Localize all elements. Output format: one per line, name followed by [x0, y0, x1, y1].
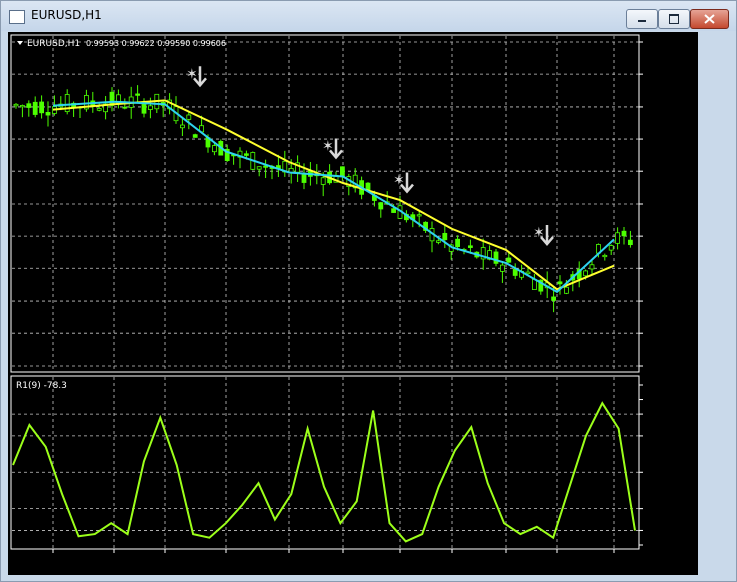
indicator-pane-frame: [10, 375, 640, 550]
candle-body: [256, 166, 262, 170]
title-bar[interactable]: EURUSD,H1: [1, 1, 736, 31]
candle-body: [467, 245, 473, 248]
candle-body: [192, 134, 198, 138]
candle-body: [628, 239, 633, 246]
chart-canvas[interactable]: ✶✶✶✶ EURUSD,H1 0.99593 0.99622 0.99590 0…: [8, 32, 698, 575]
candle-body: [416, 214, 422, 217]
ma-slow-line: [52, 99, 615, 291]
pane-dropdown-icon[interactable]: [17, 41, 23, 45]
candle-body: [122, 106, 128, 109]
close-button[interactable]: [690, 9, 729, 29]
candle-body: [378, 202, 384, 210]
candle-body: [621, 230, 627, 237]
close-icon: [704, 14, 715, 24]
candle-body: [506, 257, 512, 263]
window-title: EURUSD,H1: [31, 8, 102, 22]
candle-body: [45, 112, 51, 116]
candle-body: [19, 105, 25, 108]
candle-body: [499, 264, 505, 272]
candle-body: [602, 254, 608, 258]
candle-body: [493, 251, 499, 264]
candle-body: [301, 174, 307, 183]
main-pane-frame: [10, 34, 640, 373]
ohlc-values: 0.99593 0.99622 0.99590 0.99606: [86, 39, 226, 48]
chart-window-icon: [9, 10, 25, 24]
candle-body: [455, 238, 461, 248]
candle-body: [39, 101, 45, 114]
candle-body: [435, 240, 441, 243]
candle-body: [615, 232, 620, 244]
candle-body: [179, 124, 185, 129]
candle-body: [391, 208, 397, 213]
minimize-button[interactable]: [626, 9, 658, 29]
candle-body: [551, 296, 556, 301]
indicator-label: R1(9) -78.3: [16, 381, 67, 391]
candle-body: [320, 177, 326, 185]
candle-body: [26, 103, 32, 108]
candle-body: [525, 271, 531, 275]
candle-body: [557, 281, 563, 285]
chart-area[interactable]: ✶ ✶ ✶ ✶ EURUSD,H1 0.99593 0.99622 0.99590 0…: [8, 32, 698, 575]
candle-body: [339, 166, 345, 177]
maximize-icon: [669, 14, 679, 24]
candle-body: [186, 114, 192, 120]
candle-body: [243, 153, 249, 156]
candle-body: [211, 145, 217, 153]
terminal-window: EURUSD,H1 ✶ ✶ ✶ ✶ EURUSD,H1 0.99593 0.99…: [0, 0, 737, 582]
candle-body: [583, 270, 588, 277]
candle-body: [147, 105, 153, 110]
candle-body: [13, 103, 19, 107]
candle-body: [365, 182, 371, 191]
candle-body: [564, 286, 569, 294]
candle-body: [32, 101, 38, 115]
candle-body: [608, 245, 614, 251]
minimize-icon: [638, 20, 646, 22]
candle-body: [135, 93, 140, 96]
candle-body: [589, 264, 595, 270]
candle-body: [96, 108, 102, 111]
symbol-label: EURUSD,H1: [27, 39, 80, 49]
ma-fast-line: [52, 100, 615, 294]
maximize-button[interactable]: [658, 9, 690, 29]
candle-body: [442, 232, 448, 241]
